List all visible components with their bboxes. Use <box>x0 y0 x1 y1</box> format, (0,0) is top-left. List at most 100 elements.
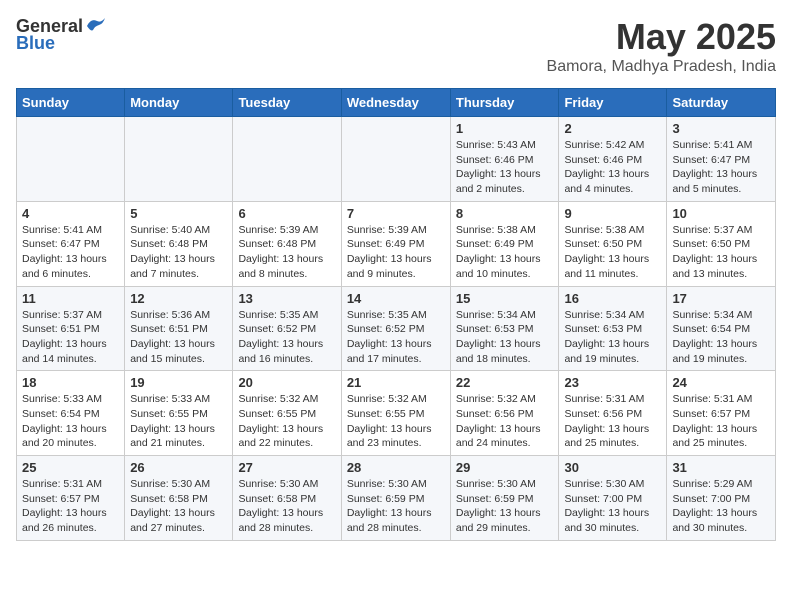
day-info: Sunrise: 5:33 AM Sunset: 6:55 PM Dayligh… <box>130 392 227 451</box>
calendar-subtitle: Bamora, Madhya Pradesh, India <box>547 58 776 76</box>
calendar-cell: 28 Sunrise: 5:30 AM Sunset: 6:59 PM Dayli… <box>341 456 450 541</box>
calendar-cell <box>341 117 450 202</box>
calendar-cell: 16 Sunrise: 5:34 AM Sunset: 6:53 PM Dayli… <box>559 286 667 371</box>
day-number: 21 <box>347 375 445 390</box>
weekday-header-sunday: Sunday <box>17 89 125 117</box>
day-number: 3 <box>672 121 770 136</box>
calendar-week-row: 25 Sunrise: 5:31 AM Sunset: 6:57 PM Dayli… <box>17 456 776 541</box>
weekday-header-tuesday: Tuesday <box>233 89 341 117</box>
day-number: 5 <box>130 206 227 221</box>
calendar-cell: 9Sunrise: 5:38 AM Sunset: 6:50 PM Daylig… <box>559 201 667 286</box>
day-number: 11 <box>22 291 119 306</box>
day-info: Sunrise: 5:32 AM Sunset: 6:55 PM Dayligh… <box>238 392 335 451</box>
calendar-table: SundayMondayTuesdayWednesdayThursdayFrid… <box>16 88 776 541</box>
day-number: 12 <box>130 291 227 306</box>
day-number: 22 <box>456 375 554 390</box>
day-info: Sunrise: 5:30 AM Sunset: 6:58 PM Dayligh… <box>238 477 335 536</box>
day-number: 26 <box>130 460 227 475</box>
weekday-header-monday: Monday <box>125 89 233 117</box>
day-info: Sunrise: 5:31 AM Sunset: 6:56 PM Dayligh… <box>564 392 661 451</box>
day-number: 23 <box>564 375 661 390</box>
calendar-title: May 2025 <box>547 16 776 58</box>
day-number: 29 <box>456 460 554 475</box>
weekday-header-row: SundayMondayTuesdayWednesdayThursdayFrid… <box>17 89 776 117</box>
calendar-cell: 5 Sunrise: 5:40 AM Sunset: 6:48 PM Daylig… <box>125 201 233 286</box>
logo: General Blue <box>16 16 107 54</box>
day-info: Sunrise: 5:35 AM Sunset: 6:52 PM Dayligh… <box>347 308 445 367</box>
day-number: 18 <box>22 375 119 390</box>
calendar-cell: 29 Sunrise: 5:30 AM Sunset: 6:59 PM Dayli… <box>450 456 559 541</box>
day-info: Sunrise: 5:31 AM Sunset: 6:57 PM Dayligh… <box>22 477 119 536</box>
calendar-cell: 12Sunrise: 5:36 AM Sunset: 6:51 PM Dayli… <box>125 286 233 371</box>
day-info: Sunrise: 5:37 AM Sunset: 6:51 PM Dayligh… <box>22 308 119 367</box>
calendar-cell: 14 Sunrise: 5:35 AM Sunset: 6:52 PM Dayli… <box>341 286 450 371</box>
calendar-cell: 15Sunrise: 5:34 AM Sunset: 6:53 PM Dayli… <box>450 286 559 371</box>
calendar-week-row: 4 Sunrise: 5:41 AM Sunset: 6:47 PM Daylig… <box>17 201 776 286</box>
day-number: 7 <box>347 206 445 221</box>
calendar-cell: 24 Sunrise: 5:31 AM Sunset: 6:57 PM Dayli… <box>667 371 776 456</box>
weekday-header-saturday: Saturday <box>667 89 776 117</box>
calendar-cell: 7 Sunrise: 5:39 AM Sunset: 6:49 PM Daylig… <box>341 201 450 286</box>
calendar-cell <box>17 117 125 202</box>
day-info: Sunrise: 5:37 AM Sunset: 6:50 PM Dayligh… <box>672 223 770 282</box>
day-number: 6 <box>238 206 335 221</box>
calendar-cell: 18 Sunrise: 5:33 AM Sunset: 6:54 PM Dayli… <box>17 371 125 456</box>
day-number: 24 <box>672 375 770 390</box>
day-number: 10 <box>672 206 770 221</box>
calendar-week-row: 11 Sunrise: 5:37 AM Sunset: 6:51 PM Dayli… <box>17 286 776 371</box>
day-info: Sunrise: 5:41 AM Sunset: 6:47 PM Dayligh… <box>22 223 119 282</box>
logo-blue: Blue <box>16 33 55 54</box>
page-header: General Blue May 2025 Bamora, Madhya Pra… <box>16 16 776 76</box>
day-number: 1 <box>456 121 554 136</box>
day-info: Sunrise: 5:39 AM Sunset: 6:49 PM Dayligh… <box>347 223 445 282</box>
day-number: 19 <box>130 375 227 390</box>
day-number: 13 <box>238 291 335 306</box>
day-number: 2 <box>564 121 661 136</box>
day-info: Sunrise: 5:41 AM Sunset: 6:47 PM Dayligh… <box>672 138 770 197</box>
day-number: 8 <box>456 206 554 221</box>
calendar-cell: 23 Sunrise: 5:31 AM Sunset: 6:56 PM Dayli… <box>559 371 667 456</box>
calendar-cell: 26Sunrise: 5:30 AM Sunset: 6:58 PM Dayli… <box>125 456 233 541</box>
day-info: Sunrise: 5:35 AM Sunset: 6:52 PM Dayligh… <box>238 308 335 367</box>
logo-bird-icon <box>85 16 107 34</box>
calendar-body: 1 Sunrise: 5:43 AM Sunset: 6:46 PM Daylig… <box>17 117 776 541</box>
calendar-cell <box>233 117 341 202</box>
calendar-cell: 11 Sunrise: 5:37 AM Sunset: 6:51 PM Dayli… <box>17 286 125 371</box>
calendar-cell: 19 Sunrise: 5:33 AM Sunset: 6:55 PM Dayli… <box>125 371 233 456</box>
day-info: Sunrise: 5:30 AM Sunset: 6:59 PM Dayligh… <box>456 477 554 536</box>
day-number: 14 <box>347 291 445 306</box>
day-info: Sunrise: 5:38 AM Sunset: 6:50 PM Dayligh… <box>564 223 661 282</box>
day-info: Sunrise: 5:43 AM Sunset: 6:46 PM Dayligh… <box>456 138 554 197</box>
day-info: Sunrise: 5:29 AM Sunset: 7:00 PM Dayligh… <box>672 477 770 536</box>
day-info: Sunrise: 5:40 AM Sunset: 6:48 PM Dayligh… <box>130 223 227 282</box>
day-info: Sunrise: 5:30 AM Sunset: 6:59 PM Dayligh… <box>347 477 445 536</box>
day-info: Sunrise: 5:39 AM Sunset: 6:48 PM Dayligh… <box>238 223 335 282</box>
day-info: Sunrise: 5:31 AM Sunset: 6:57 PM Dayligh… <box>672 392 770 451</box>
calendar-cell: 25 Sunrise: 5:31 AM Sunset: 6:57 PM Dayli… <box>17 456 125 541</box>
calendar-cell: 10 Sunrise: 5:37 AM Sunset: 6:50 PM Dayli… <box>667 201 776 286</box>
day-info: Sunrise: 5:38 AM Sunset: 6:49 PM Dayligh… <box>456 223 554 282</box>
calendar-week-row: 18 Sunrise: 5:33 AM Sunset: 6:54 PM Dayli… <box>17 371 776 456</box>
weekday-header-thursday: Thursday <box>450 89 559 117</box>
day-number: 25 <box>22 460 119 475</box>
day-info: Sunrise: 5:33 AM Sunset: 6:54 PM Dayligh… <box>22 392 119 451</box>
day-info: Sunrise: 5:34 AM Sunset: 6:54 PM Dayligh… <box>672 308 770 367</box>
day-number: 30 <box>564 460 661 475</box>
day-number: 17 <box>672 291 770 306</box>
calendar-cell: 2 Sunrise: 5:42 AM Sunset: 6:46 PM Daylig… <box>559 117 667 202</box>
weekday-header-friday: Friday <box>559 89 667 117</box>
day-info: Sunrise: 5:30 AM Sunset: 7:00 PM Dayligh… <box>564 477 661 536</box>
calendar-cell: 31 Sunrise: 5:29 AM Sunset: 7:00 PM Dayli… <box>667 456 776 541</box>
title-block: May 2025 Bamora, Madhya Pradesh, India <box>547 16 776 76</box>
calendar-cell: 8 Sunrise: 5:38 AM Sunset: 6:49 PM Daylig… <box>450 201 559 286</box>
day-number: 28 <box>347 460 445 475</box>
day-info: Sunrise: 5:34 AM Sunset: 6:53 PM Dayligh… <box>564 308 661 367</box>
day-number: 31 <box>672 460 770 475</box>
calendar-cell: 27Sunrise: 5:30 AM Sunset: 6:58 PM Dayli… <box>233 456 341 541</box>
calendar-cell: 6 Sunrise: 5:39 AM Sunset: 6:48 PM Daylig… <box>233 201 341 286</box>
day-info: Sunrise: 5:32 AM Sunset: 6:55 PM Dayligh… <box>347 392 445 451</box>
day-number: 16 <box>564 291 661 306</box>
day-number: 4 <box>22 206 119 221</box>
day-info: Sunrise: 5:32 AM Sunset: 6:56 PM Dayligh… <box>456 392 554 451</box>
day-info: Sunrise: 5:42 AM Sunset: 6:46 PM Dayligh… <box>564 138 661 197</box>
